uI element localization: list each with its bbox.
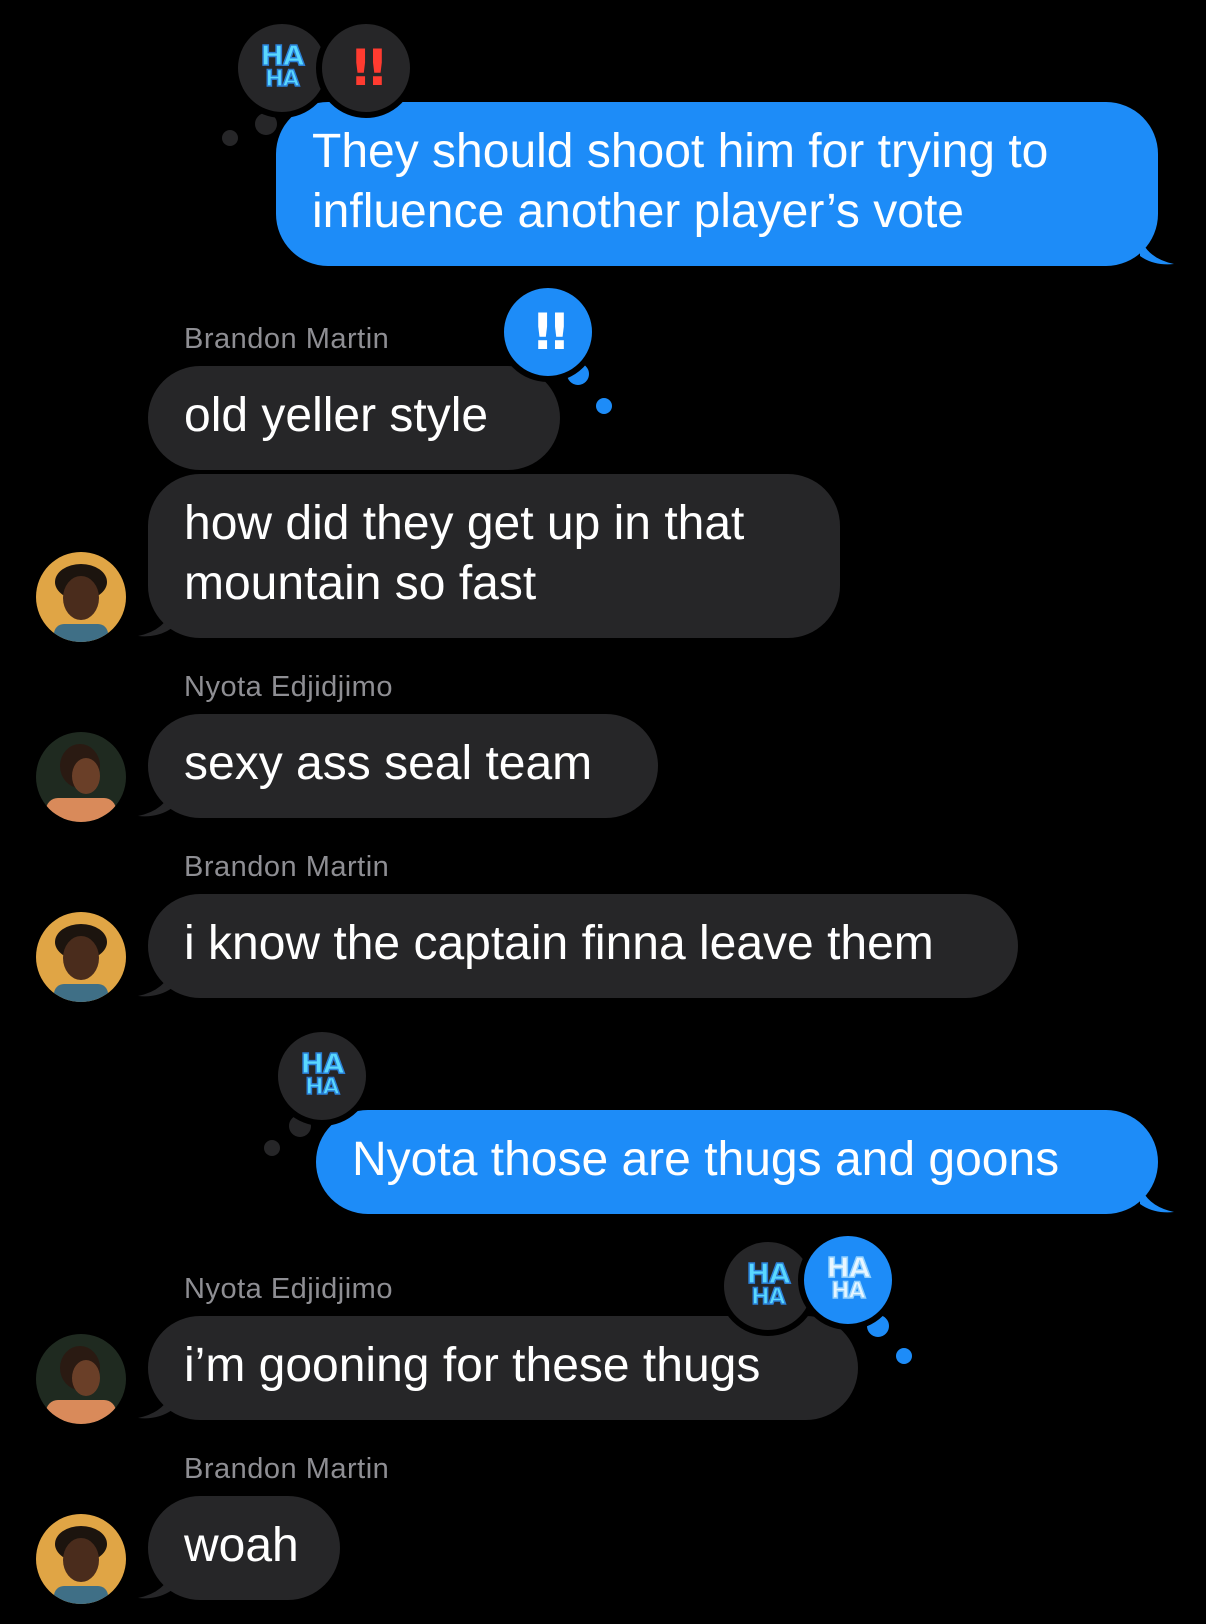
haha-icon: HA HA (260, 39, 306, 93)
avatar-brandon[interactable] (36, 912, 126, 1002)
haha-icon: HA HA (300, 1047, 346, 1101)
message-text-line: how did they get up in that (184, 497, 745, 550)
message-text: i know the captain finna leave them (184, 917, 934, 970)
message-bubble-outgoing[interactable]: Nyota those are thugs and goons (316, 1110, 1158, 1214)
message-text: sexy ass seal team (184, 737, 593, 790)
avatar-nyota[interactable] (36, 1334, 126, 1424)
message-text: woah (184, 1519, 299, 1572)
person-avatar-icon (36, 912, 126, 1002)
message-text-line: They should shoot him for trying to (312, 125, 1049, 178)
message-text: i’m gooning for these thugs (184, 1339, 761, 1392)
exclamation-icon: !! (349, 39, 389, 97)
person-avatar-icon (36, 732, 126, 822)
message-bubble-incoming[interactable]: old yeller style (148, 366, 560, 470)
tapback-tail-dot (264, 1140, 280, 1156)
message-text-line: mountain so fast (184, 557, 537, 610)
sender-name: Nyota Edjidjimo (184, 1273, 393, 1305)
message-text: Nyota those are thugs and goons (352, 1133, 1060, 1186)
exclamation-tapback-icon[interactable]: !! (316, 18, 416, 118)
avatar-brandon[interactable] (36, 1514, 126, 1604)
message-bubble-incoming[interactable]: sexy ass seal team (148, 714, 658, 818)
sender-name: Brandon Martin (184, 851, 390, 883)
haha-tapback-icon[interactable]: HA HA (798, 1230, 898, 1330)
sender-name: Brandon Martin (184, 1453, 390, 1485)
avatar-brandon[interactable] (36, 552, 126, 642)
message-bubble-outgoing[interactable]: They should shoot him for trying to infl… (276, 102, 1158, 266)
person-avatar-icon (36, 1334, 126, 1424)
exclamation-icon: !! (531, 303, 571, 361)
message-text: old yeller style (184, 389, 489, 442)
message-bubble-incoming[interactable]: how did they get up in that mountain so … (148, 474, 840, 638)
message-bubble-incoming[interactable]: i know the captain finna leave them (148, 894, 1018, 998)
message-bubble-incoming[interactable]: woah (148, 1496, 340, 1600)
message-text-line: influence another player’s vote (312, 185, 964, 238)
person-avatar-icon (36, 552, 126, 642)
person-avatar-icon (36, 1514, 126, 1604)
sender-name: Brandon Martin (184, 323, 390, 355)
tapback-tail-dot (896, 1348, 912, 1364)
sender-name: Nyota Edjidjimo (184, 671, 393, 703)
avatar-nyota[interactable] (36, 732, 126, 822)
haha-icon: HA HA (746, 1257, 792, 1311)
haha-tapback-icon[interactable]: HA HA (272, 1026, 372, 1126)
tapback-tail-dot (222, 130, 238, 146)
tapback-tail-dot (596, 398, 612, 414)
exclamation-tapback-icon[interactable]: !! (498, 282, 598, 382)
haha-icon: HA HA (826, 1251, 872, 1305)
